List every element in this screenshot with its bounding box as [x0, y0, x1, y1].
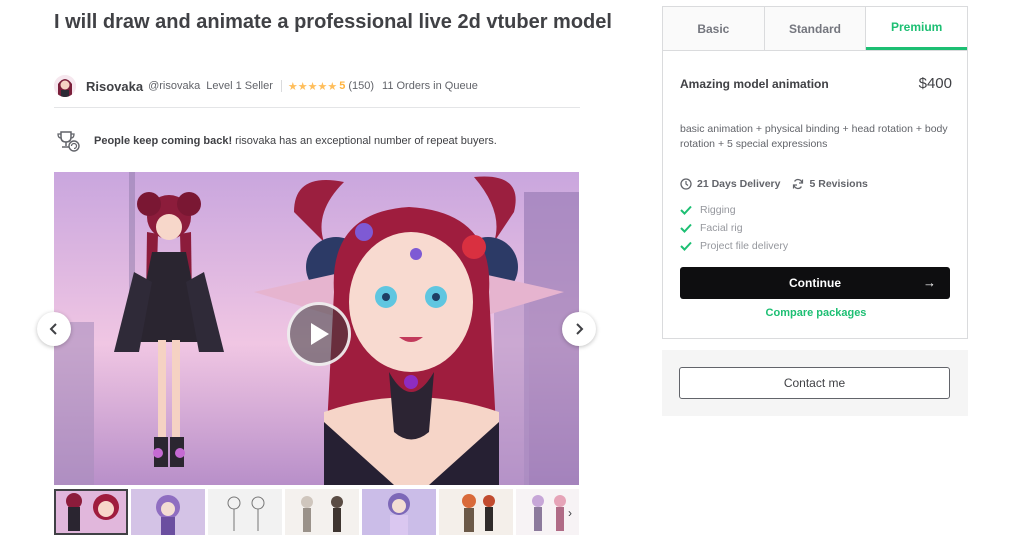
- gallery-thumbnail[interactable]: [131, 489, 205, 535]
- chevron-right-icon: [576, 323, 584, 335]
- revisions-label: 5 Revisions: [809, 178, 868, 190]
- continue-button[interactable]: Continue →: [680, 267, 950, 299]
- trophy-repeat-icon: [54, 129, 82, 153]
- seller-name[interactable]: Risovaka: [86, 79, 143, 94]
- gig-title: I will draw and animate a professional l…: [54, 11, 612, 33]
- divider: [280, 80, 282, 92]
- play-video-button[interactable]: [287, 302, 351, 366]
- star-rating-icon: ★★★★★: [287, 80, 338, 93]
- section-divider: [54, 107, 580, 108]
- feature-label: Project file delivery: [700, 240, 789, 252]
- review-count[interactable]: (150): [348, 80, 374, 92]
- tab-premium[interactable]: Premium: [866, 7, 968, 50]
- package-card: Basic Standard Premium Amazing model ani…: [662, 6, 968, 339]
- gallery-thumbnail[interactable]: [362, 489, 436, 535]
- seller-level: Level 1 Seller: [206, 80, 273, 92]
- compare-packages-link[interactable]: Compare packages: [663, 307, 969, 319]
- gallery-thumbnail[interactable]: [285, 489, 359, 535]
- tab-standard[interactable]: Standard: [764, 7, 867, 50]
- feature-label: Facial rig: [700, 222, 743, 234]
- gallery-thumbnail[interactable]: [439, 489, 513, 535]
- package-price: $400: [918, 75, 952, 92]
- gallery-next-button[interactable]: [562, 312, 596, 346]
- tab-basic[interactable]: Basic: [663, 7, 765, 50]
- gallery-prev-button[interactable]: [37, 312, 71, 346]
- check-icon: [680, 241, 692, 251]
- contact-panel: Contact me: [662, 350, 968, 416]
- orders-in-queue: 11 Orders in Queue: [382, 80, 478, 92]
- refresh-icon: [793, 178, 804, 190]
- package-name: Amazing model animation: [680, 76, 829, 91]
- delivery-time: 21 Days Delivery: [680, 178, 780, 190]
- package-tabs: Basic Standard Premium: [663, 7, 968, 51]
- package-header: Amazing model animation $400: [680, 75, 952, 92]
- check-icon: [680, 205, 692, 215]
- rating-score: 5: [339, 80, 346, 92]
- chevron-left-icon: [49, 323, 57, 335]
- delivery-label: 21 Days Delivery: [697, 178, 781, 190]
- chevron-right-icon[interactable]: ›: [562, 505, 578, 521]
- clock-icon: [680, 178, 692, 190]
- contact-me-button[interactable]: Contact me: [679, 367, 950, 399]
- list-item: Project file delivery: [680, 237, 788, 255]
- seller-overview: Risovaka @risovaka Level 1 Seller ★★★★★ …: [54, 74, 580, 98]
- play-icon: [311, 323, 329, 345]
- repeat-buyers-text: risovaka has an exceptional number of re…: [235, 135, 497, 147]
- gallery-thumbnail[interactable]: [54, 489, 128, 535]
- seller-handle: @risovaka: [148, 80, 201, 92]
- repeat-buyers-headline: People keep coming back!: [94, 135, 233, 147]
- check-icon: [680, 223, 692, 233]
- repeat-buyers-banner: People keep coming back! risovaka has an…: [54, 129, 580, 153]
- list-item: Rigging: [680, 201, 788, 219]
- package-features: Rigging Facial rig Project file delivery: [680, 201, 788, 255]
- gallery-thumbnail[interactable]: [208, 489, 282, 535]
- package-meta: 21 Days Delivery 5 Revisions: [680, 178, 880, 190]
- continue-label: Continue: [789, 276, 841, 290]
- arrow-right-icon: →: [923, 275, 936, 290]
- feature-label: Rigging: [700, 204, 736, 216]
- list-item: Facial rig: [680, 219, 788, 237]
- package-description: basic animation + physical binding + hea…: [680, 123, 948, 150]
- seller-avatar[interactable]: [54, 75, 76, 97]
- revisions: 5 Revisions: [792, 178, 868, 190]
- gallery-thumbnails: [54, 489, 579, 535]
